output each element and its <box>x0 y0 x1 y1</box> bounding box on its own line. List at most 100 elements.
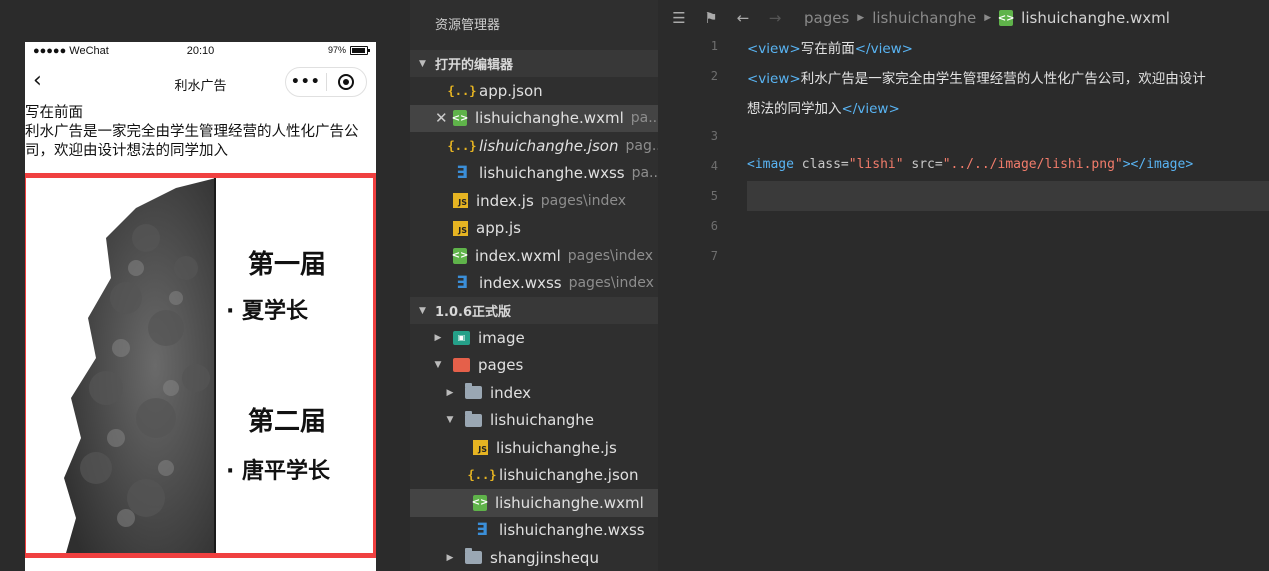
tree-folder-lishuichanghe[interactable]: ▼ lishuichanghe <box>410 407 658 435</box>
wxml-icon: <> <box>472 494 488 511</box>
poster-name-2: · 唐平学长 <box>226 458 331 484</box>
js-icon: JS <box>453 220 468 236</box>
tree-folder-index[interactable]: ▶ index <box>410 379 658 407</box>
poster-heading-2: 第二届 <box>248 406 326 437</box>
battery-percent: 97% <box>327 45 346 55</box>
line-number: 2 <box>710 69 718 83</box>
file-name: index.wxss <box>479 274 562 293</box>
pages-folder-icon <box>453 358 470 373</box>
code-tag: </view> <box>854 41 913 57</box>
wxss-icon: ∃ <box>456 273 468 294</box>
code-line: <view>利水广告是一家完全由学生管理经营的人性化广告公司，欢迎由设计 <box>747 67 1206 87</box>
simulator-panel: ●●●●● WeChat 20:10 97% ‹ 利水广告 ••• 写在前面 利… <box>0 0 410 571</box>
breadcrumb: pages ▶ lishuichanghe ▶ <> lishuichanghe… <box>804 9 1170 27</box>
tree-file-selected[interactable]: <> lishuichanghe.wxml <box>410 489 658 517</box>
folder-open-icon <box>465 410 482 427</box>
more-button[interactable]: ••• <box>286 74 326 90</box>
code-editor[interactable]: ☰ ⚑ ← → pages ▶ lishuichanghe ▶ <> lishu… <box>658 0 1269 571</box>
file-name: lishuichanghe.wxss <box>499 521 645 540</box>
status-time: 20:10 <box>186 45 215 57</box>
nav-bar: ‹ 利水广告 ••• <box>25 62 376 104</box>
code-attr: class= <box>801 157 849 172</box>
code-string: "lishi" <box>848 157 904 172</box>
project-label: 1.0.6正式版 <box>435 305 512 320</box>
tree-file[interactable]: ∃ lishuichanghe.wxss <box>410 517 658 545</box>
folder-icon <box>465 548 482 565</box>
code-text: 利水广告是一家完全由学生管理经营的人性化广告公司，欢迎由设计 <box>800 71 1206 87</box>
file-name: lishuichanghe.wxml <box>475 109 624 128</box>
tree-graphic <box>64 178 216 553</box>
file-path: pages\index <box>567 247 654 264</box>
json-icon: {..} <box>467 468 497 483</box>
file-path: pages\index <box>540 192 627 209</box>
chevron-right-icon: ▶ <box>984 13 992 23</box>
tree-file[interactable]: JS lishuichanghe.js <box>410 434 658 462</box>
code-tag: ></image> <box>1122 157 1194 172</box>
open-editor-item[interactable]: ∃ index.wxss pages\index <box>410 270 658 298</box>
line-number: 6 <box>710 219 718 233</box>
file-name: app.json <box>479 81 543 100</box>
close-icon[interactable]: ✕ <box>435 109 448 127</box>
project-header[interactable]: ▼ 1.0.6正式版 <box>410 297 658 324</box>
tree-folder-pages[interactable]: ▼ pages <box>410 352 658 380</box>
arrow-left-icon[interactable]: ← <box>732 9 754 27</box>
code-text: 写在前面 <box>800 41 855 57</box>
open-editor-item[interactable]: <> index.wxml pages\index <box>410 242 658 270</box>
open-editor-item[interactable]: ✕ <> lishuichanghe.wxml pa... <box>410 104 658 132</box>
menu-capsule: ••• <box>285 67 367 97</box>
line-number: 3 <box>710 129 718 143</box>
explorer-panel: 资源管理器 ▼ 打开的编辑器 {..} app.json ✕ <> lishui… <box>410 0 658 571</box>
line-number: 4 <box>710 159 718 173</box>
chevron-right-icon: ▶ <box>446 387 454 398</box>
json-icon: {..} <box>447 83 477 98</box>
wxml-icon: <> <box>452 247 468 264</box>
page-heading: 写在前面 <box>25 105 83 121</box>
file-path: pa... <box>630 110 658 127</box>
open-editor-item[interactable]: ∃ lishuichanghe.wxss pa... <box>410 160 658 188</box>
open-editor-item[interactable]: {..} app.json <box>410 77 658 105</box>
code-attr: src= <box>911 157 943 172</box>
folder-name: image <box>478 328 525 347</box>
file-name: lishuichanghe.wxss <box>479 164 625 183</box>
open-editor-item[interactable]: JS app.js <box>410 215 658 243</box>
code-line: <view>写在前面</view> <box>747 37 913 57</box>
status-bar: ●●●●● WeChat 20:10 97% <box>25 42 376 62</box>
folder-name: pages <box>478 356 524 375</box>
breadcrumb-item[interactable]: lishuichanghe <box>872 9 976 27</box>
bookmark-icon[interactable]: ⚑ <box>700 9 722 27</box>
folder-name: shangjinshequ <box>490 548 599 567</box>
file-name: index.js <box>476 191 534 210</box>
code-text: 想法的同学加入 <box>747 101 842 117</box>
breadcrumb-item[interactable]: pages <box>804 9 849 27</box>
breadcrumb-current[interactable]: lishuichanghe.wxml <box>1021 9 1170 27</box>
file-name: lishuichanghe.js <box>496 438 617 457</box>
wxml-icon: <> <box>998 10 1015 26</box>
file-name: lishuichanghe.json <box>499 466 639 485</box>
tree-folder-shangjinshequ[interactable]: ▶ shangjinshequ <box>410 544 658 571</box>
open-editor-item[interactable]: {..} lishuichanghe.json pag... <box>410 132 658 160</box>
battery-indicator: 97% <box>327 45 370 55</box>
folder-name: lishuichanghe <box>490 411 595 430</box>
poster-graphic: 第一届 · 夏学长 第二届 · 唐平学长 <box>64 178 331 553</box>
js-icon: JS <box>453 193 468 209</box>
list-icon[interactable]: ☰ <box>668 9 690 27</box>
page-intro-line1: 利水广告是一家完全由学生管理经营的人性化广告公 <box>25 124 359 140</box>
file-path: pag... <box>625 137 658 154</box>
explorer-title: 资源管理器 <box>435 18 501 33</box>
chevron-right-icon: ▶ <box>857 13 865 23</box>
wxml-icon: <> <box>452 110 468 127</box>
phone-screen: ●●●●● WeChat 20:10 97% ‹ 利水广告 ••• 写在前面 利… <box>25 42 376 571</box>
open-editor-item[interactable]: JS index.js pages\index <box>410 187 658 215</box>
arrow-right-icon[interactable]: → <box>764 9 786 27</box>
tree-file[interactable]: {..} lishuichanghe.json <box>410 462 658 490</box>
poster-image: 第一届 · 夏学长 第二届 · 唐平学长 <box>25 173 376 558</box>
open-editors-header[interactable]: ▼ 打开的编辑器 <box>410 50 658 77</box>
close-button[interactable] <box>326 74 366 90</box>
caret-down-icon: ▼ <box>419 305 426 316</box>
line-number: 7 <box>710 249 718 263</box>
wxss-icon: ∃ <box>456 163 468 184</box>
file-path: pages\index <box>568 275 654 292</box>
chevron-down-icon: ▼ <box>446 415 454 426</box>
line-number: 1 <box>710 39 718 53</box>
tree-folder-image[interactable]: ▶ ▣ image <box>410 324 658 352</box>
